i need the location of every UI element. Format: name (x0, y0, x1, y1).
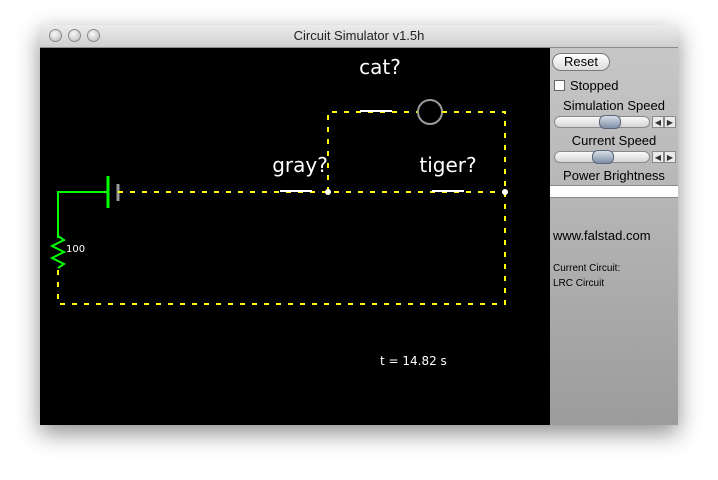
simulation-speed-slider[interactable] (554, 115, 650, 129)
current-speed-label: Current Speed (571, 133, 657, 148)
reset-button[interactable]: Reset (552, 53, 610, 71)
power-brightness-label: Power Brightness (563, 168, 665, 183)
stopped-label: Stopped (570, 78, 619, 93)
time-readout: t = 14.82 s (380, 354, 447, 368)
label-cat: cat? (359, 55, 401, 79)
current-circuit-label: Current Circuit: (553, 263, 621, 274)
wire-battery-left[interactable] (57, 191, 108, 238)
simulation-speed-thumb[interactable] (599, 115, 621, 129)
current-speed-slider[interactable] (554, 150, 650, 164)
control-panel: Reset Stopped Simulation Speed ◀ ▶ Curre… (550, 48, 678, 425)
wire-upper-branch[interactable] (327, 111, 418, 192)
stopped-checkbox[interactable] (554, 80, 565, 91)
resistor-value: 100 (66, 244, 85, 255)
current-speed-thumb[interactable] (592, 150, 614, 164)
title-bar: Circuit Simulator v1.5h (40, 25, 678, 48)
simulation-speed-left-arrow[interactable]: ◀ (652, 116, 664, 128)
power-brightness-slider[interactable] (550, 185, 678, 198)
node-junction-right[interactable] (502, 189, 508, 195)
window-title: Circuit Simulator v1.5h (293, 28, 425, 43)
simulation-speed-right-arrow[interactable]: ▶ (664, 116, 676, 128)
circuit-canvas[interactable]: cat? gray? tiger? 100 t = 14.82 s (40, 48, 550, 425)
simulation-speed-label: Simulation Speed (563, 98, 665, 113)
website-link[interactable]: www.falstad.com (553, 228, 651, 243)
current-speed-left-arrow[interactable]: ◀ (652, 151, 664, 163)
resistor-icon[interactable] (49, 235, 67, 269)
wire-bottom-loop[interactable] (57, 192, 506, 305)
app-window: Circuit Simulator v1.5h cat? gray? tiger… (40, 25, 678, 425)
node-junction-left[interactable] (325, 189, 331, 195)
label-gray: gray? (272, 153, 328, 177)
current-circuit-name: LRC Circuit (553, 278, 605, 289)
label-tiger: tiger? (419, 153, 476, 177)
lamp-icon[interactable] (417, 99, 443, 125)
current-speed-right-arrow[interactable]: ▶ (664, 151, 676, 163)
wire-upper-right[interactable] (442, 111, 506, 192)
